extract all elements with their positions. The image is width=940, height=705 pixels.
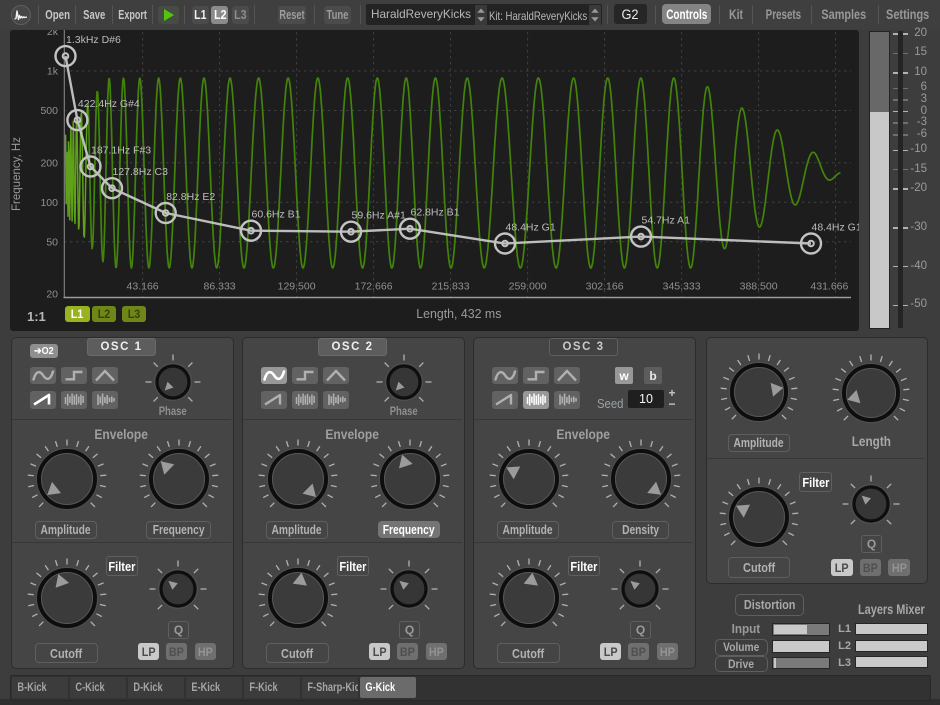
svg-text:172.666: 172.666 bbox=[355, 281, 393, 293]
svg-text:20: 20 bbox=[46, 289, 58, 301]
svg-text:187.1Hz F#3: 187.1Hz F#3 bbox=[91, 144, 151, 156]
svg-text:388.500: 388.500 bbox=[740, 281, 778, 293]
svg-text:345.333: 345.333 bbox=[663, 281, 701, 293]
svg-text:1.3kHz D#6: 1.3kHz D#6 bbox=[66, 34, 121, 46]
svg-text:500: 500 bbox=[40, 105, 58, 117]
svg-text:48.4Hz G1: 48.4Hz G1 bbox=[506, 221, 556, 233]
svg-text:62.8Hz B1: 62.8Hz B1 bbox=[411, 207, 460, 219]
svg-text:59.6Hz A#1: 59.6Hz A#1 bbox=[352, 210, 406, 222]
svg-text:215.833: 215.833 bbox=[432, 281, 470, 293]
svg-text:431.666: 431.666 bbox=[810, 281, 848, 293]
svg-text:129.500: 129.500 bbox=[278, 281, 316, 293]
svg-text:127.8Hz C3: 127.8Hz C3 bbox=[113, 166, 169, 178]
svg-text:Frequency, Hz: Frequency, Hz bbox=[11, 137, 23, 211]
svg-text:259.000: 259.000 bbox=[509, 281, 547, 293]
svg-text:200: 200 bbox=[40, 157, 58, 169]
svg-text:82.8Hz E2: 82.8Hz E2 bbox=[166, 191, 215, 203]
svg-text:43.166: 43.166 bbox=[127, 281, 159, 293]
svg-text:54.7Hz A1: 54.7Hz A1 bbox=[642, 214, 691, 226]
svg-text:302.166: 302.166 bbox=[586, 281, 624, 293]
svg-text:86.333: 86.333 bbox=[204, 281, 236, 293]
svg-text:1k: 1k bbox=[47, 66, 59, 78]
svg-text:50: 50 bbox=[46, 236, 58, 248]
svg-text:60.6Hz B1: 60.6Hz B1 bbox=[252, 209, 301, 221]
svg-text:100: 100 bbox=[40, 197, 58, 209]
svg-text:422.4Hz G#4: 422.4Hz G#4 bbox=[78, 98, 140, 110]
svg-text:48.4Hz G1: 48.4Hz G1 bbox=[812, 221, 860, 233]
svg-text:2k: 2k bbox=[47, 30, 59, 38]
